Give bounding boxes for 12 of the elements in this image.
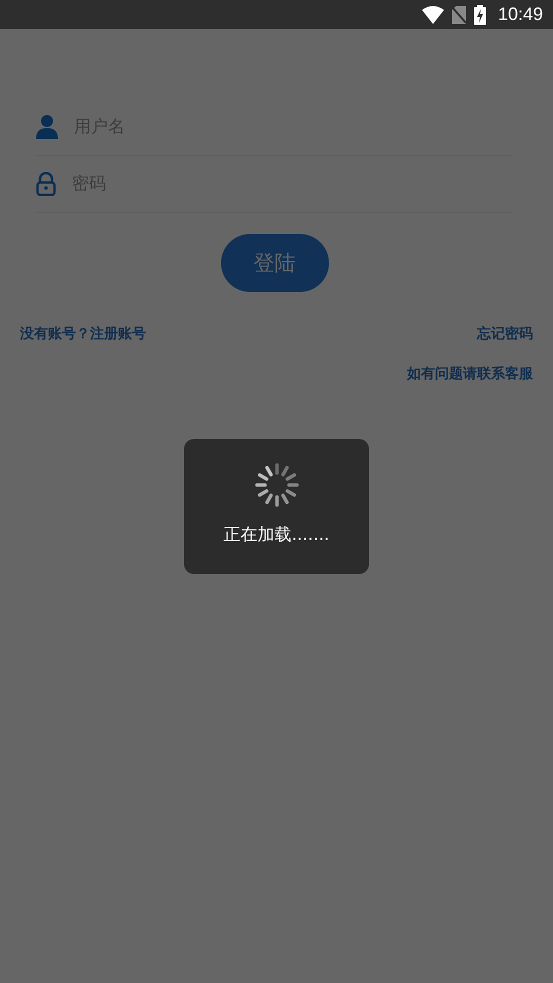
clock-time: 10:49 xyxy=(498,4,543,25)
support-link[interactable]: 如有问题请联系客服 xyxy=(407,365,533,383)
lock-icon xyxy=(36,172,56,196)
login-button[interactable]: 登陆 xyxy=(220,234,328,292)
register-link[interactable]: 没有账号？注册账号 xyxy=(20,325,146,343)
user-icon xyxy=(36,115,58,139)
loading-message: 正在加载....... xyxy=(224,524,330,546)
wifi-icon xyxy=(422,6,444,24)
forgot-password-link[interactable]: 忘记密码 xyxy=(477,325,533,343)
spinner-icon xyxy=(254,463,298,507)
no-sim-icon xyxy=(452,6,466,24)
battery-charging-icon xyxy=(474,4,486,24)
